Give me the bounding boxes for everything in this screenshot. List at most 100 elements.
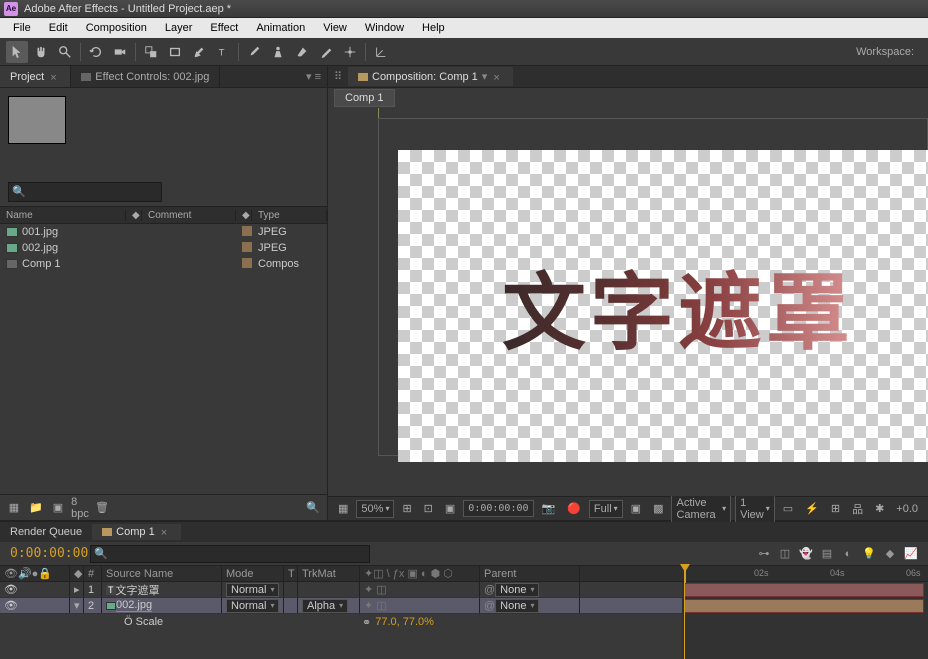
clone-tool-icon[interactable] bbox=[267, 41, 289, 63]
resolution-dropdown[interactable]: Full ▾ bbox=[589, 500, 623, 518]
project-search-input[interactable] bbox=[8, 182, 162, 202]
puppet-tool-icon[interactable] bbox=[339, 41, 361, 63]
comp-tab[interactable]: Composition: Comp 1 ▾ × bbox=[348, 67, 513, 86]
comp-mini-flowchart-icon[interactable]: ⊶ bbox=[755, 545, 773, 563]
resolution-icon[interactable]: ⊞ bbox=[398, 500, 415, 517]
new-folder-icon[interactable]: 📁 bbox=[28, 500, 44, 516]
col-type-header[interactable]: Type bbox=[252, 210, 327, 221]
blend-mode-dropdown[interactable]: Normal▾ bbox=[226, 599, 279, 613]
flowchart-icon[interactable]: 品 bbox=[848, 499, 867, 519]
t-header[interactable]: T bbox=[284, 566, 298, 581]
av-features-header[interactable]: 👁 🔊 ● 🔒 bbox=[0, 566, 70, 581]
timeline-search-input[interactable] bbox=[90, 545, 370, 563]
interpret-footage-icon[interactable]: ▦ bbox=[6, 500, 22, 516]
channel-icon[interactable]: 🔴 bbox=[563, 500, 585, 517]
close-icon[interactable]: × bbox=[50, 72, 60, 82]
label-header[interactable]: ◆ bbox=[70, 566, 84, 581]
source-name-header[interactable]: Source Name bbox=[102, 566, 222, 581]
parent-dropdown[interactable]: None▾ bbox=[495, 583, 539, 597]
timeline-layer-row[interactable]: 👁 ▸ 1 T 文字遮罩 Normal▾ ✦ ◫ @ None▾ bbox=[0, 582, 682, 598]
pen-tool-icon[interactable] bbox=[188, 41, 210, 63]
timeline-current-time[interactable]: 0:00:00:00 bbox=[0, 546, 90, 561]
project-row[interactable]: Comp 1 Compos bbox=[0, 256, 327, 272]
text-tool-icon[interactable]: T bbox=[212, 41, 234, 63]
timeline-property-row[interactable]: Ö Scale ⚭ 77.0, 77.0% bbox=[0, 614, 682, 630]
blend-mode-dropdown[interactable]: Normal▾ bbox=[226, 583, 279, 597]
comp-viewport[interactable]: 文字遮罩 bbox=[328, 108, 928, 496]
menu-edit[interactable]: Edit bbox=[40, 20, 77, 36]
menu-layer[interactable]: Layer bbox=[156, 20, 202, 36]
menu-window[interactable]: Window bbox=[356, 20, 413, 36]
menu-view[interactable]: View bbox=[314, 20, 356, 36]
trkmat-dropdown[interactable]: Alpha▾ bbox=[302, 599, 348, 613]
roi-icon[interactable]: ▣ bbox=[627, 500, 645, 517]
breadcrumb-item[interactable]: Comp 1 bbox=[334, 89, 395, 107]
always-preview-icon[interactable]: ▦ bbox=[334, 500, 352, 517]
pickwhip-icon[interactable]: @ bbox=[484, 600, 495, 612]
panel-grip-icon[interactable]: ⠿ bbox=[328, 70, 348, 83]
label-swatch[interactable] bbox=[242, 258, 252, 268]
timeline-layer-row[interactable]: 👁 ▾ 2 002.jpg Normal▾ Alpha▾ ✦ ◫ @ None▾ bbox=[0, 598, 682, 614]
parent-dropdown[interactable]: None▾ bbox=[495, 599, 539, 613]
search-icon[interactable]: 🔍 bbox=[305, 500, 321, 516]
transparency-grid-icon[interactable]: ▩ bbox=[649, 500, 667, 517]
snapshot-icon[interactable]: 📷 bbox=[538, 500, 560, 517]
property-scale-value[interactable]: 77.0, 77.0% bbox=[375, 616, 434, 628]
project-tab[interactable]: Project × bbox=[0, 66, 71, 87]
constrain-proportions-icon[interactable]: ⚭ bbox=[362, 616, 371, 629]
close-icon[interactable]: × bbox=[161, 527, 171, 537]
menu-effect[interactable]: Effect bbox=[201, 20, 247, 36]
menu-composition[interactable]: Composition bbox=[77, 20, 156, 36]
camera-dropdown[interactable]: Active Camera ▾ bbox=[671, 494, 731, 524]
menu-help[interactable]: Help bbox=[413, 20, 454, 36]
view-count-dropdown[interactable]: 1 View ▾ bbox=[735, 494, 775, 524]
render-queue-tab[interactable]: Render Queue bbox=[0, 524, 92, 540]
twirl-icon[interactable]: ▾ bbox=[74, 599, 80, 612]
label-swatch[interactable] bbox=[242, 242, 252, 252]
fast-preview-icon[interactable]: ⚡ bbox=[801, 500, 823, 517]
exposure-value[interactable]: +0.0 bbox=[892, 501, 922, 517]
motion-blur-icon[interactable]: ◐ bbox=[839, 545, 857, 563]
rotate-tool-icon[interactable] bbox=[85, 41, 107, 63]
zoom-tool-icon[interactable] bbox=[54, 41, 76, 63]
rect-tool-icon[interactable] bbox=[164, 41, 186, 63]
number-header[interactable]: # bbox=[84, 566, 102, 581]
parent-header[interactable]: Parent bbox=[480, 566, 580, 581]
masked-text-layer[interactable]: 文字遮罩 bbox=[502, 246, 854, 367]
project-row[interactable]: 001.jpg JPEG bbox=[0, 224, 327, 240]
reset-exposure-icon[interactable]: ✱ bbox=[871, 500, 888, 517]
roto-tool-icon[interactable] bbox=[315, 41, 337, 63]
mask-toggle-icon[interactable]: ▣ bbox=[441, 500, 459, 517]
effect-controls-tab[interactable]: Effect Controls: 002.jpg bbox=[71, 66, 220, 87]
menu-animation[interactable]: Animation bbox=[247, 20, 314, 36]
brush-tool-icon[interactable] bbox=[243, 41, 265, 63]
draft3d-icon[interactable]: ◫ bbox=[776, 545, 794, 563]
layer-duration-bar[interactable] bbox=[684, 583, 924, 597]
property-scale-label[interactable]: Ö Scale bbox=[104, 616, 222, 628]
pan-behind-tool-icon[interactable] bbox=[140, 41, 162, 63]
menu-file[interactable]: File bbox=[4, 20, 40, 36]
timeline-icon[interactable]: ⊞ bbox=[827, 500, 844, 517]
bpc-toggle[interactable]: 8 bpc bbox=[72, 500, 88, 516]
camera-tool-icon[interactable] bbox=[109, 41, 131, 63]
frame-blend-icon[interactable]: ▤ bbox=[818, 545, 836, 563]
project-row[interactable]: 002.jpg JPEG bbox=[0, 240, 327, 256]
brainstorm-icon[interactable]: 💡 bbox=[860, 545, 878, 563]
hide-shy-icon[interactable]: 👻 bbox=[797, 545, 815, 563]
auto-keyframe-icon[interactable]: ◆ bbox=[881, 545, 899, 563]
delete-icon[interactable]: 🗑 bbox=[94, 500, 110, 516]
zoom-dropdown[interactable]: 50% ▾ bbox=[356, 500, 394, 518]
timeline-ruler[interactable]: 02s 04s 06s bbox=[682, 566, 928, 582]
grid-icon[interactable]: ⊡ bbox=[420, 500, 437, 517]
twirl-icon[interactable]: ▸ bbox=[74, 583, 80, 596]
graph-editor-icon[interactable]: 📈 bbox=[902, 545, 920, 563]
eraser-tool-icon[interactable] bbox=[291, 41, 313, 63]
timeline-comp-tab[interactable]: Comp 1 × bbox=[92, 524, 181, 540]
hand-tool-icon[interactable] bbox=[30, 41, 52, 63]
video-toggle-icon[interactable]: 👁 bbox=[4, 599, 18, 612]
layer-duration-bar[interactable] bbox=[684, 599, 924, 613]
col-comment-header[interactable]: Comment bbox=[142, 210, 236, 221]
col-label2-header[interactable]: ◆ bbox=[236, 210, 252, 221]
mode-header[interactable]: Mode bbox=[222, 566, 284, 581]
col-label-header[interactable]: ◆ bbox=[126, 210, 142, 221]
